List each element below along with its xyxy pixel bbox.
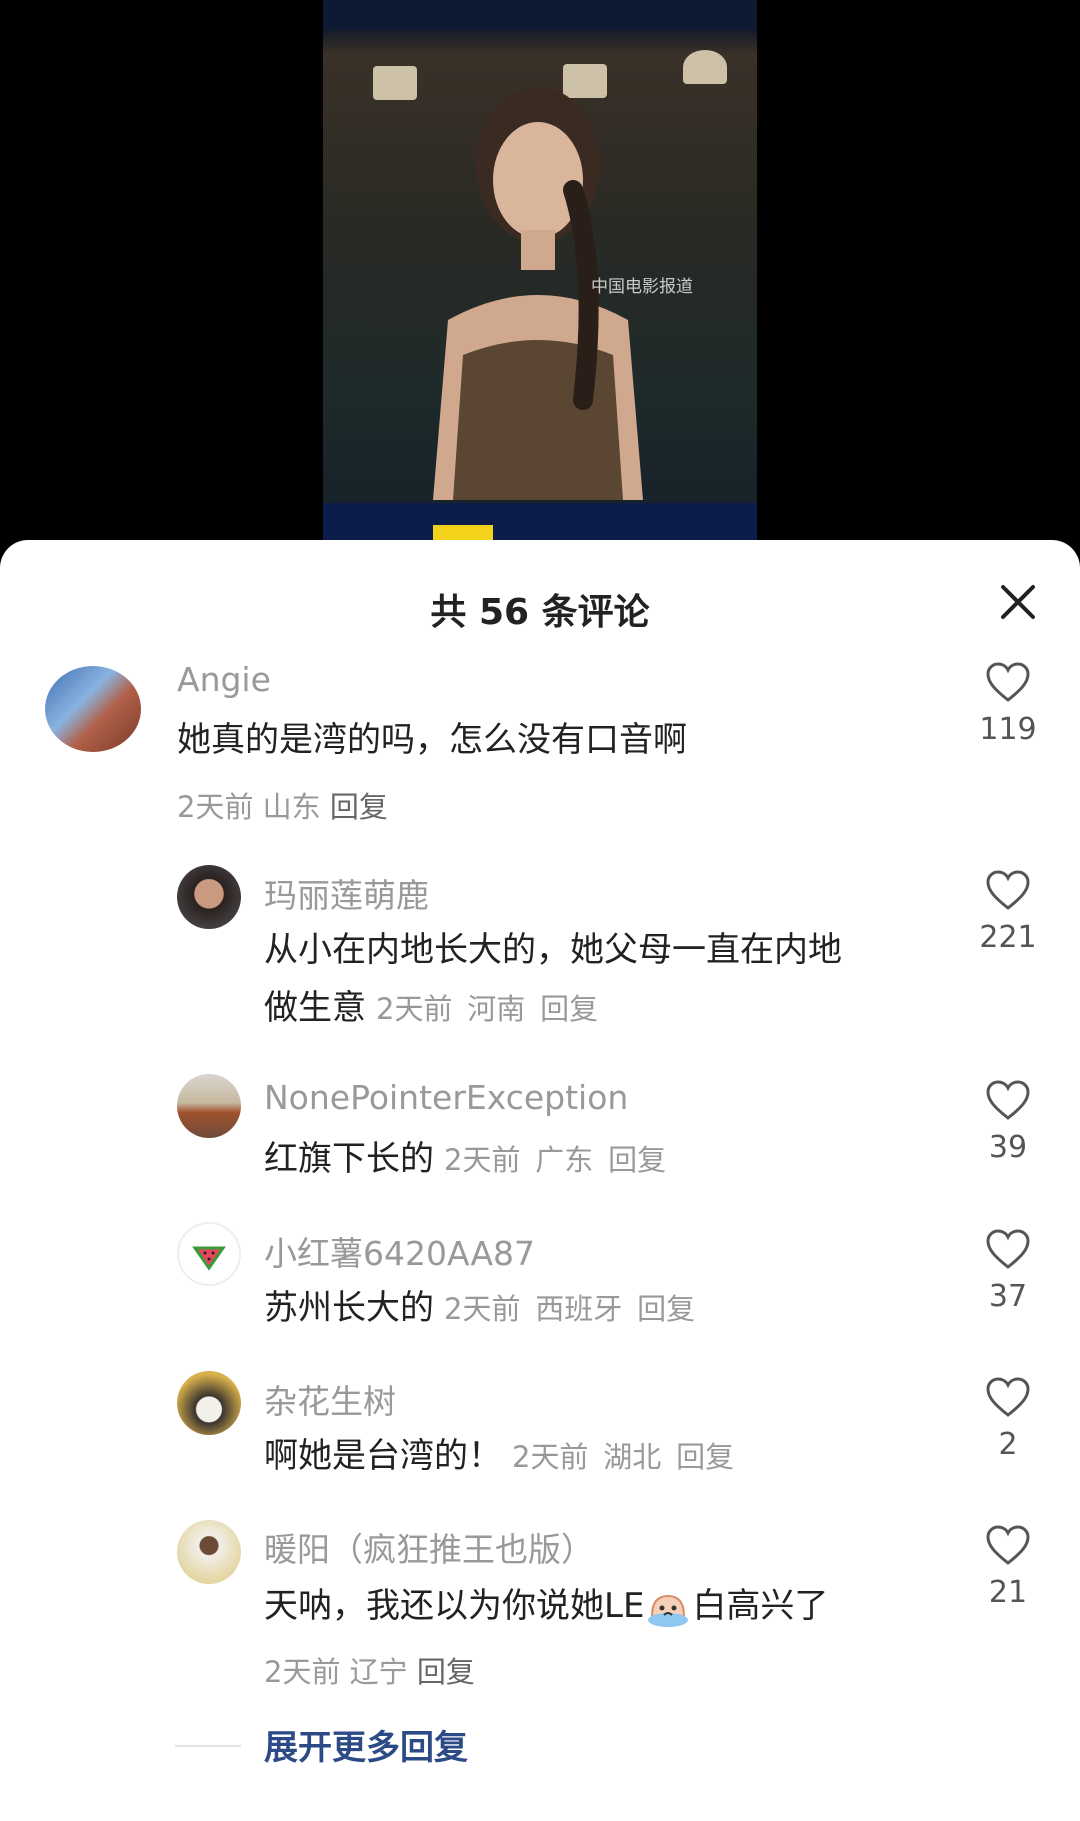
like-button[interactable]: 39: [975, 1078, 1041, 1165]
comment-username[interactable]: 小红薯6420AA87: [264, 1227, 535, 1275]
like-count: 39: [988, 1130, 1028, 1165]
heart-outline-icon: [986, 1525, 1030, 1565]
comment-region: 辽宁: [349, 1655, 408, 1689]
avatar[interactable]: [177, 1371, 241, 1435]
like-count: 2: [998, 1427, 1018, 1462]
like-count: 221: [979, 920, 1037, 955]
like-count: 37: [988, 1279, 1028, 1314]
like-button[interactable]: 2: [975, 1375, 1041, 1462]
comment-text-line2[interactable]: 做生意 2天前 河南 回复: [264, 979, 598, 1038]
comment-region: 湖北: [603, 1440, 662, 1474]
like-button[interactable]: 221: [975, 868, 1041, 955]
heart-outline-icon: [986, 662, 1030, 702]
comment-time: 2天前: [512, 1440, 589, 1474]
reply-button[interactable]: 回复: [417, 1655, 475, 1689]
reply-button[interactable]: 回复: [540, 992, 598, 1026]
video-top-banner: [323, 0, 757, 30]
avatar[interactable]: [177, 1222, 241, 1286]
comment-text[interactable]: 苏州长大的 2天前 西班牙 回复: [264, 1279, 695, 1338]
watermelon-icon: [192, 1246, 226, 1271]
heart-outline-icon: [986, 1229, 1030, 1269]
comment-time: 2天前: [177, 790, 254, 824]
like-button[interactable]: 21: [975, 1523, 1041, 1610]
comment-username[interactable]: 暖阳（疯狂推王也版）: [264, 1523, 594, 1571]
reply-button[interactable]: 回复: [676, 1440, 734, 1474]
comment-time: 2天前: [444, 1143, 521, 1177]
divider: [175, 1745, 241, 1747]
comment-text[interactable]: 天呐，我还以为你说她LE 白高兴了: [264, 1577, 828, 1635]
comment-text[interactable]: 红旗下长的 2天前 广东 回复: [264, 1130, 666, 1189]
lamp-shape: [683, 50, 727, 84]
like-count: 119: [979, 712, 1037, 747]
comment-text-continued: 做生意: [264, 988, 366, 1028]
reply-button[interactable]: 回复: [637, 1292, 695, 1326]
comment-text[interactable]: 啊她是台湾的！ 2天前 湖北 回复: [264, 1427, 734, 1486]
comment-text-body: 天呐，我还以为你说她LE: [264, 1586, 645, 1626]
expand-more-replies-button[interactable]: 展开更多回复: [264, 1720, 468, 1769]
like-button[interactable]: 37: [975, 1227, 1041, 1314]
heart-outline-icon: [986, 870, 1030, 910]
comment-username[interactable]: 杂花生树: [264, 1375, 396, 1423]
heart-outline-icon: [986, 1377, 1030, 1417]
comment-meta: 2天前 辽宁 回复: [264, 1649, 475, 1691]
reply-button[interactable]: 回复: [330, 790, 388, 824]
video-watermark: 中国电影报道: [591, 277, 693, 297]
avatar[interactable]: [177, 1074, 241, 1138]
comment-region: 山东: [262, 790, 321, 824]
avatar[interactable]: [177, 865, 241, 929]
video-preview[interactable]: 中国电影报道: [0, 0, 1080, 560]
comment-username[interactable]: Angie: [177, 660, 271, 699]
comment-region: 河南: [467, 992, 526, 1026]
comment-text-tail: 白高兴了: [692, 1586, 829, 1626]
comment-text-body: 啊她是台湾的！: [264, 1436, 502, 1476]
video-bottom-banner: [323, 503, 757, 545]
comment-count-title: 共 56 条评论: [430, 592, 650, 633]
comment-text[interactable]: 从小在内地长大的，她父母一直在内地: [264, 921, 842, 979]
comment-time: 2天前: [376, 992, 453, 1026]
comment-region: 广东: [535, 1143, 594, 1177]
avatar[interactable]: [177, 1520, 241, 1584]
comment-username[interactable]: NonePointerException: [264, 1078, 628, 1117]
comment-meta: 2天前 山东 回复: [177, 784, 388, 826]
comment-time: 2天前: [264, 1655, 341, 1689]
like-count: 21: [988, 1575, 1028, 1610]
comment-region: 西班牙: [535, 1292, 623, 1326]
reply-button[interactable]: 回复: [608, 1143, 666, 1177]
comment-text-body: 苏州长大的: [264, 1288, 434, 1328]
heart-outline-icon: [986, 1080, 1030, 1120]
video-frame[interactable]: 中国电影报道: [323, 0, 757, 545]
avatar[interactable]: [45, 666, 141, 752]
comment-text-body: 红旗下长的: [264, 1139, 434, 1179]
crying-emoji-icon: [648, 1594, 689, 1627]
comment-text[interactable]: 她真的是湾的吗，怎么没有口音啊: [177, 711, 687, 769]
close-icon[interactable]: [998, 582, 1038, 622]
like-button[interactable]: 119: [975, 660, 1041, 747]
comment-username[interactable]: 玛丽莲萌鹿: [264, 869, 429, 917]
comment-time: 2天前: [444, 1292, 521, 1326]
